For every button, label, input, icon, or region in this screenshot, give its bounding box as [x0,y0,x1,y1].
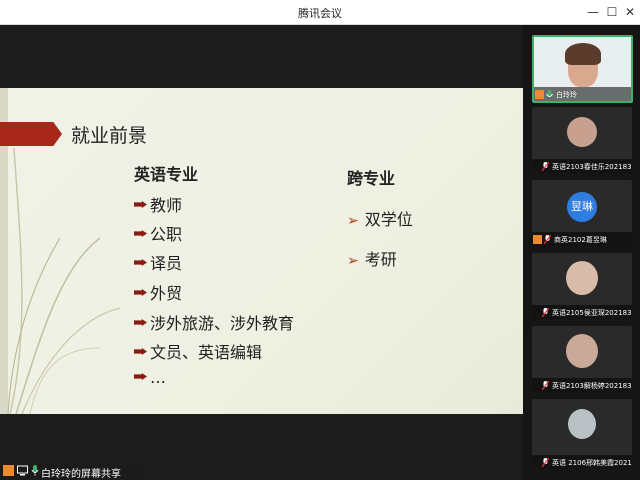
microphone-icon [546,90,553,97]
person-icon [535,90,544,99]
arrow-bullet-icon [134,289,147,296]
presentation-slide: 就业前景 英语专业 教师 公职 译员 外贸 涉外旅游、涉外教育 文员、英语编辑 … [0,88,523,414]
list-item: 公职 [134,221,182,245]
participant-tile[interactable]: 英语 2106邢韩美霞2021... [532,399,632,469]
arrow-bullet-icon [134,230,147,237]
right-column-heading: 跨专业 [347,169,396,188]
participant-name: 英语 2106邢韩美霞2021... [552,459,632,467]
participant-video [567,117,597,147]
chevron-right-icon: ➢ [347,213,359,229]
list-item: ➢ 考研 [347,250,397,269]
participant-video [566,334,598,368]
participant-tile[interactable]: 英语2103解杨婷2021833... [532,326,632,392]
arrow-bullet-icon [134,348,147,355]
participant-tile[interactable]: 昱琳 商英2102葛昱琳 [532,180,632,246]
participant-name: 英语2103解杨婷2021833... [552,382,632,390]
list-item: … [134,368,166,387]
list-item: ➢ 双学位 [347,210,413,229]
participant-sidebar[interactable]: 白玲玲 英语2103春佳乐2021833... 昱琳 商英2102葛昱琳 英语2… [523,25,640,480]
list-item: 外贸 [134,280,182,304]
participant-hair [564,43,601,65]
microphone-muted-icon [544,235,551,244]
microphone-muted-icon [542,308,549,317]
microphone-muted-icon [542,381,549,390]
window-titlebar: 腾讯会议 — ☐ ✕ [0,0,640,25]
list-item: 文员、英语编辑 [134,339,262,363]
microphone-muted-icon [542,162,549,171]
arrow-bullet-icon [134,319,147,326]
participant-tile[interactable]: 英语2103春佳乐2021833... [532,107,632,173]
participant-video [568,409,596,439]
minimize-button[interactable]: — [584,3,602,21]
maximize-button[interactable]: ☐ [603,3,621,21]
person-icon [533,235,542,244]
participant-name: 英语2105侯亚琛2021833... [552,309,632,317]
screen-share-indicator[interactable]: 白玲玲的屏幕共享 [0,462,140,480]
left-column-heading: 英语专业 [134,165,199,184]
list-item: 教师 [134,192,182,216]
microphone-icon [31,465,39,476]
participant-avatar: 昱琳 [567,192,597,222]
slide-title: 就业前景 [71,125,148,147]
participant-tile[interactable]: 英语2105侯亚琛2021833... [532,253,632,319]
close-button[interactable]: ✕ [621,3,639,21]
participant-tile[interactable]: 白玲玲 [532,35,633,103]
list-item: 译员 [134,250,182,274]
participant-name: 商英2102葛昱琳 [554,236,607,244]
arrow-bullet-icon [134,201,147,208]
list-item: 涉外旅游、涉外教育 [134,310,294,334]
participant-name: 英语2103春佳乐2021833... [552,163,632,171]
participant-video [566,261,598,295]
screen-icon [17,465,28,476]
chevron-right-icon: ➢ [347,253,359,269]
title-banner [0,122,62,146]
microphone-muted-icon [542,458,549,467]
participant-name: 白玲玲 [556,91,577,99]
window-title: 腾讯会议 [298,7,342,20]
person-icon [3,465,14,476]
arrow-bullet-icon [134,259,147,266]
arrow-bullet-icon [134,373,147,380]
share-label: 白玲玲的屏幕共享 [41,469,121,480]
